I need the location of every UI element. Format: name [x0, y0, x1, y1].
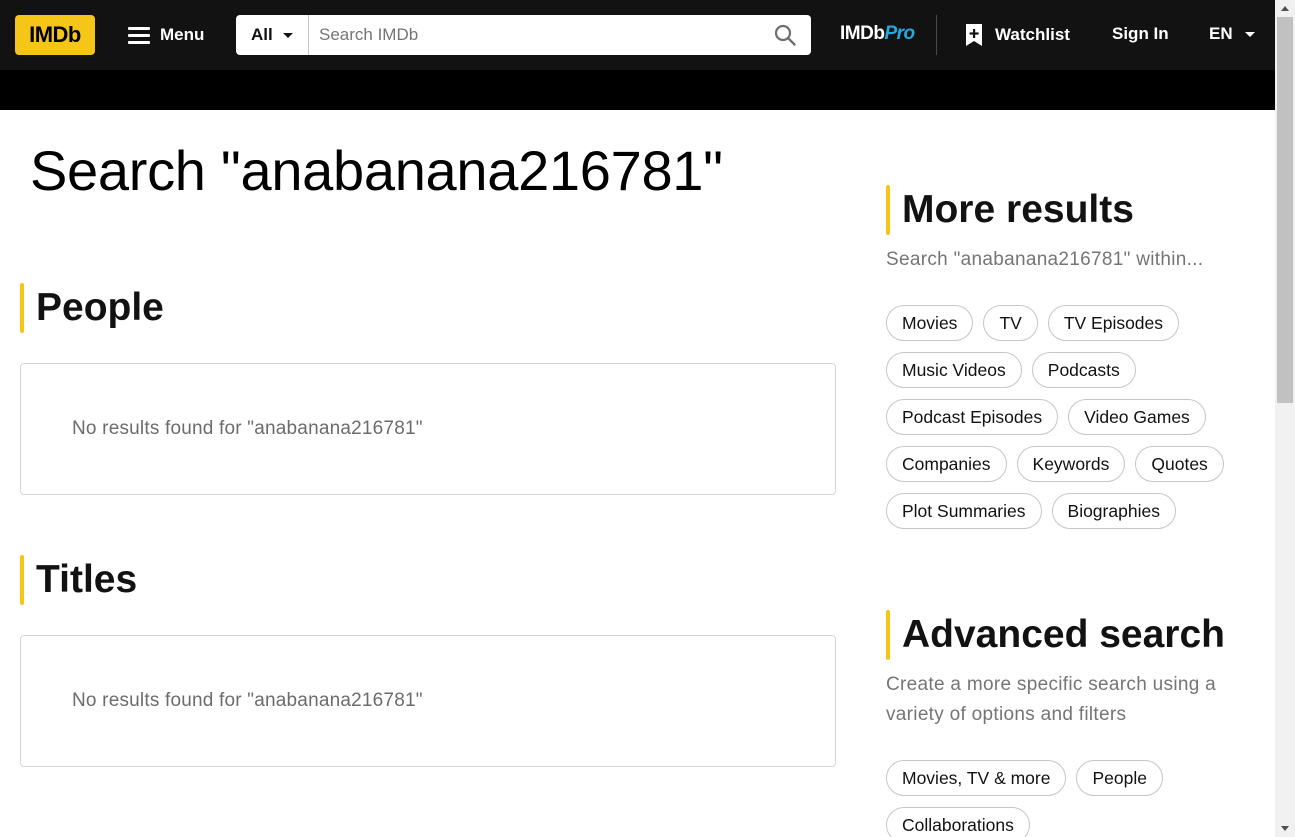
more-results-heading: More results [902, 188, 1134, 231]
page-title: Search "anabanana216781" [30, 139, 723, 202]
search-input[interactable] [309, 15, 759, 55]
menu-icon [128, 27, 150, 44]
people-section-header: People [20, 283, 164, 333]
top-navbar: IMDb Menu All IMDbPro Watchlist Sign In … [0, 0, 1275, 70]
scroll-down-arrow-icon[interactable] [1281, 826, 1289, 831]
chip-podcast-episodes[interactable]: Podcast Episodes [886, 399, 1059, 435]
imdbpro-suffix: Pro [884, 23, 915, 44]
chip-companies[interactable]: Companies [886, 446, 1007, 482]
advanced-search-header: Advanced search [886, 610, 1225, 660]
chip-tv-episodes[interactable]: TV Episodes [1047, 305, 1180, 341]
people-empty-message: No results found for "anabanana216781" [72, 418, 423, 439]
section-accent-bar [20, 555, 24, 605]
titles-section-header: Titles [20, 555, 137, 605]
chip-video-games[interactable]: Video Games [1068, 399, 1206, 435]
chip-people[interactable]: People [1076, 760, 1163, 796]
more-results-header: More results [886, 185, 1134, 235]
section-accent-bar [20, 283, 24, 333]
ad-banner-strip [0, 70, 1275, 110]
more-results-chips: Movies TV TV Episodes Music Videos Podca… [886, 305, 1256, 529]
search-icon [774, 24, 796, 46]
chip-movies[interactable]: Movies [886, 305, 974, 341]
search-category-label: All [251, 25, 273, 44]
scroll-up-arrow-icon[interactable] [1281, 6, 1289, 11]
chip-movies-tv-more[interactable]: Movies, TV & more [886, 760, 1067, 796]
titles-results-box: No results found for "anabanana216781" [20, 635, 836, 767]
chip-tv[interactable]: TV [983, 305, 1038, 341]
watchlist-label: Watchlist [995, 25, 1070, 44]
scrollbar-thumb[interactable] [1277, 17, 1293, 403]
caret-down-icon [282, 32, 293, 38]
watchlist-button[interactable]: Watchlist [964, 23, 1070, 47]
chip-plot-summaries[interactable]: Plot Summaries [886, 493, 1042, 529]
chip-music-videos[interactable]: Music Videos [886, 352, 1022, 388]
caret-down-icon [1244, 31, 1255, 37]
menu-label: Menu [160, 25, 205, 44]
search-category-dropdown[interactable]: All [236, 15, 309, 55]
imdbpro-prefix: IMDb [840, 23, 885, 44]
page-scrollbar[interactable] [1275, 0, 1295, 837]
chip-podcasts[interactable]: Podcasts [1031, 352, 1136, 388]
people-heading: People [36, 286, 164, 329]
imdbpro-link[interactable]: IMDbPro [840, 23, 915, 45]
titles-heading: Titles [36, 558, 138, 601]
menu-button[interactable]: Menu [128, 19, 204, 51]
chip-biographies[interactable]: Biographies [1051, 493, 1176, 529]
section-accent-bar [886, 610, 890, 660]
more-results-subtitle: Search "anabanana216781" within... [886, 249, 1204, 270]
search-button[interactable] [759, 15, 811, 55]
advanced-search-heading: Advanced search [902, 613, 1225, 656]
people-results-box: No results found for "anabanana216781" [20, 363, 836, 495]
language-label: EN [1209, 24, 1233, 43]
chip-keywords[interactable]: Keywords [1016, 446, 1126, 482]
watchlist-add-icon [966, 24, 982, 46]
chip-quotes[interactable]: Quotes [1135, 446, 1224, 482]
language-selector[interactable]: EN [1209, 24, 1255, 44]
advanced-search-chips: Movies, TV & more People Collaborations [886, 760, 1256, 837]
nav-divider [936, 15, 937, 55]
advanced-search-subtitle: Create a more specific search using a va… [886, 674, 1217, 725]
titles-empty-message: No results found for "anabanana216781" [72, 690, 423, 711]
section-accent-bar [886, 185, 890, 235]
search-bar: All [236, 15, 811, 55]
chip-collaborations[interactable]: Collaborations [886, 807, 1030, 837]
sign-in-link[interactable]: Sign In [1112, 24, 1169, 44]
imdb-logo[interactable]: IMDb [15, 15, 95, 55]
